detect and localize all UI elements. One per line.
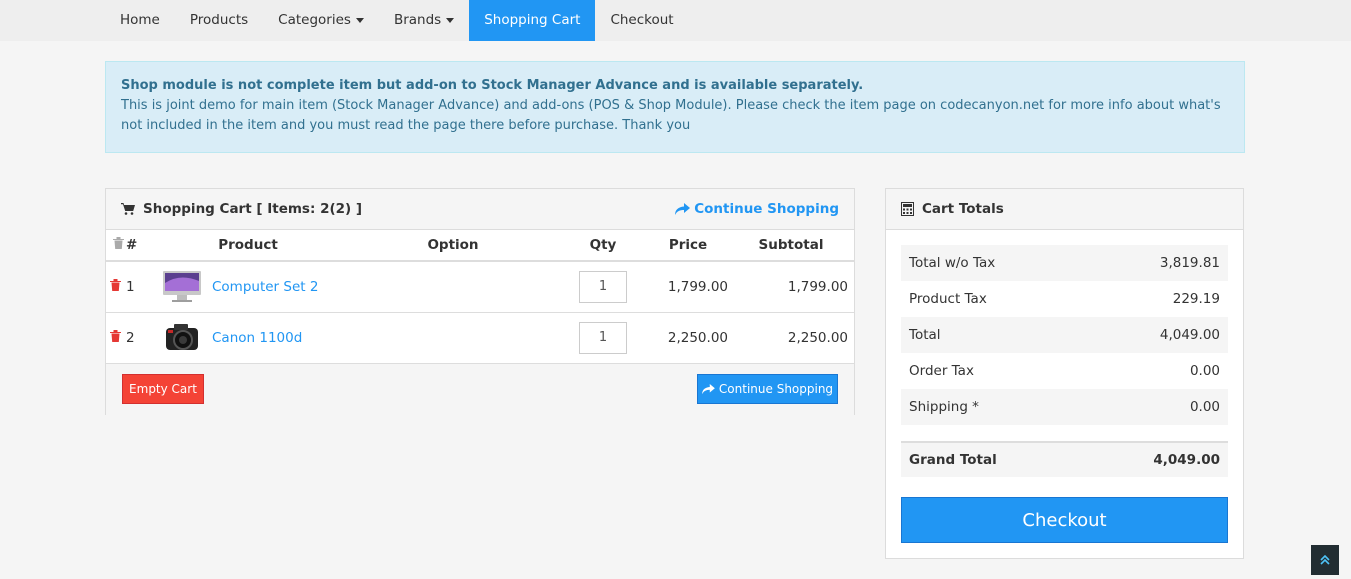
nav-item-shopping-cart[interactable]: Shopping Cart: [469, 0, 596, 41]
option-cell: [348, 261, 558, 313]
quantity-input[interactable]: [579, 270, 627, 303]
totals-row: Total w/o Tax 3,819.81: [901, 245, 1228, 281]
subtotal-cell: 2,250.00: [728, 312, 854, 364]
totals-row-value: 229.19: [1172, 291, 1220, 307]
nav-item-categories[interactable]: Categories: [263, 0, 379, 41]
totals-row: Shipping * 0.00: [901, 389, 1228, 425]
nav-item-label: Categories: [278, 12, 351, 28]
totals-row-value: 0.00: [1189, 399, 1220, 415]
delete-cell: [106, 312, 126, 364]
totals-row-label: Total w/o Tax: [909, 255, 996, 271]
totals-panel-heading: Cart Totals: [886, 189, 1243, 230]
nav-item-label: Brands: [393, 12, 442, 28]
trash-icon: [110, 278, 121, 291]
option-cell: [348, 312, 558, 364]
price-cell: 1,799.00: [648, 261, 728, 313]
continue-shopping-button-label: Continue Shopping: [718, 382, 834, 396]
share-icon: [702, 383, 715, 394]
double-chevron-up-icon: [1320, 555, 1330, 565]
grand-total-value: 4,049.00: [1153, 452, 1220, 468]
nav-menu: Home Products Categories Brands Shopping…: [105, 0, 689, 41]
subtotal-cell: 1,799.00: [728, 261, 854, 313]
continue-shopping-button[interactable]: Continue Shopping: [697, 374, 838, 404]
imac-icon: [162, 269, 202, 305]
product-cell: Computer Set 2: [148, 261, 348, 313]
totals-heading-title: Cart Totals: [922, 201, 1004, 217]
calculator-icon: [901, 202, 914, 216]
cart-heading-title: Shopping Cart [ Items: 2(2) ]: [143, 201, 363, 217]
continue-shopping-label: Continue Shopping: [694, 201, 839, 217]
column-header-qty: Qty: [558, 230, 648, 262]
table-row: 2 Canon 1100d 2,250.00 2,250.00: [106, 312, 854, 364]
table-header-row: # Product Option Qty Price Subtotal: [106, 230, 854, 262]
column-header-product: Product: [148, 230, 348, 262]
nav-item-label: Checkout: [610, 12, 674, 28]
top-navbar: Home Products Categories Brands Shopping…: [0, 0, 1351, 41]
totals-row-label: Order Tax: [909, 363, 974, 379]
continue-shopping-link[interactable]: Continue Shopping: [675, 201, 839, 217]
back-to-top-button[interactable]: [1311, 545, 1339, 575]
grand-total-label: Grand Total: [909, 452, 997, 468]
column-header-price: Price: [648, 230, 728, 262]
product-link[interactable]: Canon 1100d: [212, 330, 302, 346]
cart-footer: Empty Cart Continue Shopping: [106, 364, 854, 415]
product-cell: Canon 1100d: [148, 312, 348, 364]
cart-items-table: # Product Option Qty Price Subtotal 1 Co…: [106, 230, 854, 364]
totals-row: Product Tax 229.19: [901, 281, 1228, 317]
shopping-cart-panel: Shopping Cart [ Items: 2(2) ] Continue S…: [105, 188, 855, 415]
row-index: 2: [126, 312, 148, 364]
product-link[interactable]: Computer Set 2: [212, 279, 318, 295]
empty-cart-button[interactable]: Empty Cart: [122, 374, 204, 404]
caret-down-icon: [355, 17, 364, 23]
nav-item-brands[interactable]: Brands: [379, 0, 469, 41]
totals-row: Order Tax 0.00: [901, 353, 1228, 389]
camera-icon: [162, 320, 202, 356]
alert-title: Shop module is not complete item but add…: [121, 78, 864, 93]
shopping-cart-icon: [121, 203, 135, 215]
column-header-option: Option: [348, 230, 558, 262]
quantity-input[interactable]: [579, 321, 627, 354]
delete-cell: [106, 261, 126, 313]
column-header-number: #: [126, 230, 148, 262]
nav-item-label: Home: [120, 12, 160, 28]
caret-down-icon: [446, 17, 455, 23]
delete-column-header: [106, 230, 126, 262]
trash-icon: [110, 329, 121, 342]
remove-item-button[interactable]: [110, 329, 121, 342]
grand-total-row: Grand Total 4,049.00: [901, 441, 1228, 477]
qty-cell: [558, 261, 648, 313]
totals-row-value: 3,819.81: [1159, 255, 1220, 271]
cart-totals-panel: Cart Totals Total w/o Tax 3,819.81 Produ…: [885, 188, 1244, 559]
remove-item-button[interactable]: [110, 278, 121, 291]
nav-item-label: Shopping Cart: [484, 12, 581, 28]
totals-body: Total w/o Tax 3,819.81 Product Tax 229.1…: [886, 230, 1243, 558]
totals-row-value: 0.00: [1189, 363, 1220, 379]
totals-row-value: 4,049.00: [1159, 327, 1220, 343]
share-icon: [675, 202, 691, 215]
nav-item-checkout[interactable]: Checkout: [595, 0, 688, 41]
alert-body: This is joint demo for main item (Stock …: [121, 98, 1221, 133]
row-index: 1: [126, 261, 148, 313]
column-header-subtotal: Subtotal: [728, 230, 854, 262]
cart-panel-heading: Shopping Cart [ Items: 2(2) ] Continue S…: [106, 189, 854, 230]
totals-row-label: Total: [909, 327, 941, 343]
trash-icon: [112, 237, 124, 249]
totals-row-label: Shipping *: [909, 399, 979, 415]
nav-item-products[interactable]: Products: [175, 0, 263, 41]
table-row: 1 Computer Set 2 1,799.00 1,799.00: [106, 261, 854, 313]
nav-item-label: Products: [189, 12, 249, 28]
nav-item-home[interactable]: Home: [105, 0, 175, 41]
price-cell: 2,250.00: [648, 312, 728, 364]
info-alert: Shop module is not complete item but add…: [105, 61, 1245, 153]
totals-row-label: Product Tax: [909, 291, 987, 307]
qty-cell: [558, 312, 648, 364]
checkout-button[interactable]: Checkout: [901, 497, 1228, 543]
totals-row: Total 4,049.00: [901, 317, 1228, 353]
